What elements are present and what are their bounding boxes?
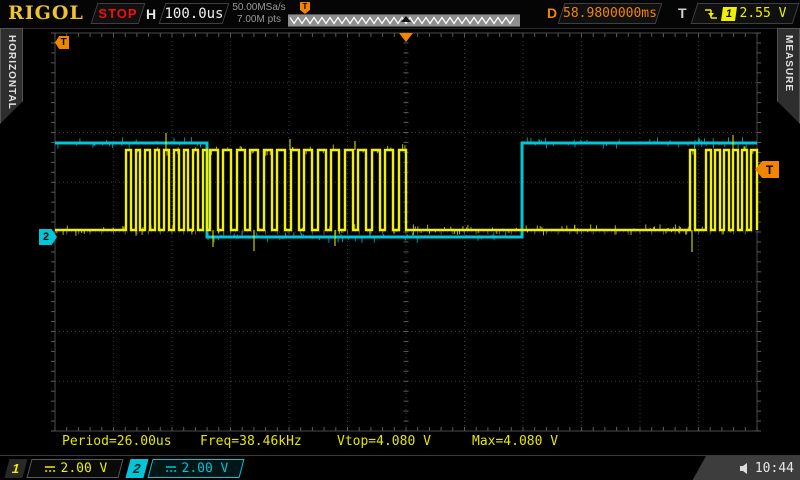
ch1-scale-box[interactable]: 2.00 V [26,459,123,478]
dc-coupling-icon [42,464,57,474]
oscilloscope-screen: RIGOL STOP H 100.0us 50.00MSa/s 7.00M pt… [0,0,800,480]
status-bar: RIGOL STOP H 100.0us 50.00MSa/s 7.00M pt… [0,0,800,29]
ch1-badge[interactable]: 1 [4,459,27,478]
measurement-freq: Freq=38.46kHz [200,434,302,449]
speaker-icon [739,462,752,475]
ch1-scale-value: 2.00 V [60,461,108,476]
delay-label: D [547,5,557,21]
preview-position-caret-icon [401,16,411,22]
trigger-label: T [678,5,687,21]
delay-readout[interactable]: 58.9800000ms [558,3,663,24]
measurement-max: Max=4.080 V [472,434,558,449]
delay-value: 58.9800000ms [563,6,657,21]
timebase-value: 100.0us [164,6,223,22]
horizontal-label: H [146,6,156,22]
measurement-vtop: Vtop=4.080 V [337,434,431,449]
measurement-period: Period=26.00us [62,434,172,449]
ch2-scale-value: 2.00 V [181,461,229,476]
ch2-scale-box[interactable]: 2.00 V [147,459,244,478]
run-state-button[interactable]: STOP [91,3,146,24]
channel-bar: 1 2.00 V 2 2.00 V [0,455,800,480]
preview-trigger-flag-icon[interactable]: T [300,2,310,14]
run-state-label: STOP [98,6,137,21]
clock-area: 10:44 [692,456,800,480]
dc-coupling-icon [163,464,178,474]
memory-depth: 7.00M pts [226,14,292,26]
trigger-position-marker-icon[interactable] [399,33,413,42]
ch2-badge[interactable]: 2 [125,459,148,478]
falling-edge-icon [704,6,718,22]
trigger-readout[interactable]: 1 2.55 V [691,3,800,24]
timebase-button[interactable]: 100.0us [159,3,230,24]
trigger-level-value: 2.55 V [740,6,787,21]
rigol-logo: RIGOL [8,2,84,24]
graticule-waveform-area [0,0,800,480]
sample-rate: 50.00MSa/s [226,2,292,14]
acquisition-info: 50.00MSa/s 7.00M pts [226,2,292,26]
trigger-source-badge: 1 [721,7,737,21]
clock-time: 10:44 [755,461,794,476]
